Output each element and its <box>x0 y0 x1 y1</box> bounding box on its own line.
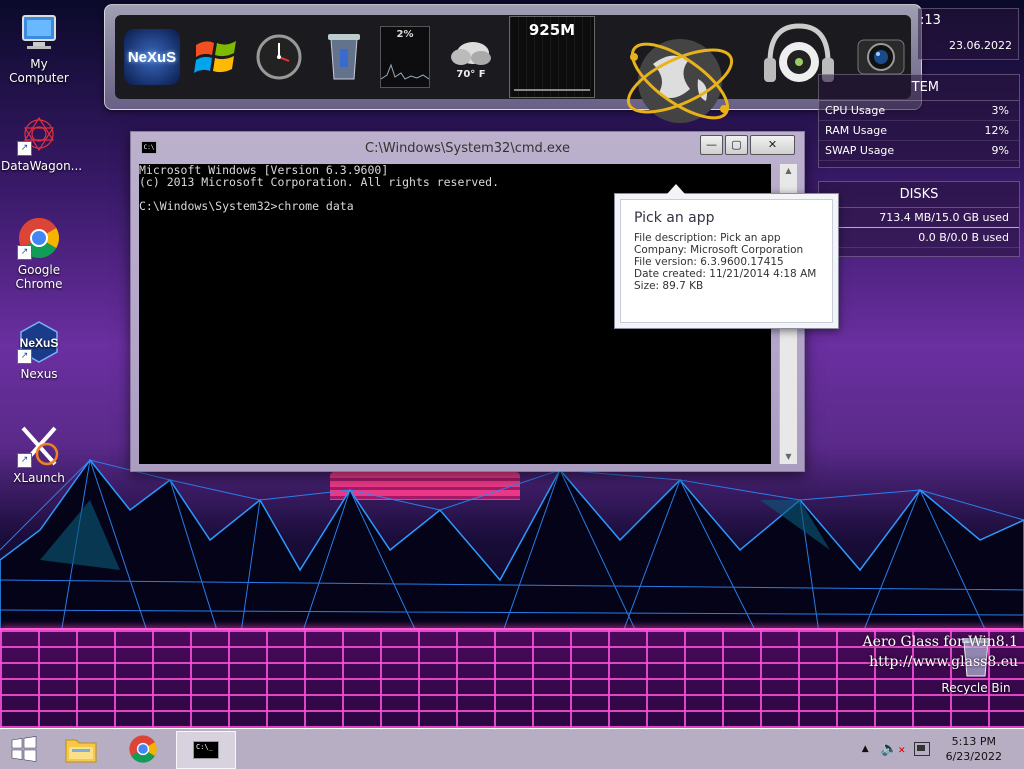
taskbar-cmd-active[interactable]: C:\_ <box>176 731 236 769</box>
dock-nexus-logo[interactable]: NeXuS <box>121 21 183 93</box>
system-row-value: 3% <box>991 104 1009 117</box>
system-row-label: RAM Usage <box>825 124 887 137</box>
dock-recycle-bin[interactable] <box>319 21 369 93</box>
maximize-icon: ▢ <box>731 138 742 151</box>
desktop-icon-label: Recycle Bin <box>941 681 1011 695</box>
nexus-icon: NeXuS ↗ <box>17 320 61 364</box>
system-tray: ▲ 🔈✕ 5:13 PM 6/23/2022 <box>862 729 1024 769</box>
disks-gadget-header: DISKS <box>819 182 1019 208</box>
tooltip-description: File description: Pick an app <box>634 232 781 244</box>
desktop-icon-nexus[interactable]: NeXuS ↗ Nexus <box>1 320 77 381</box>
desktop-icon-my-computer[interactable]: My Computer <box>1 10 77 85</box>
taskbar-time: 5:13 PM <box>951 735 996 748</box>
xlaunch-icon: ↗ <box>17 424 61 468</box>
disk-usage: 713.4 MB/15.0 GB used <box>879 211 1009 224</box>
tooltip-caret <box>667 184 685 194</box>
taskbar-clock[interactable]: 5:13 PM 6/23/2022 <box>946 734 1002 764</box>
desktop-icon-label: Google Chrome <box>15 263 63 291</box>
desktop-icon-google-chrome[interactable]: ↗ Google Chrome <box>1 216 77 291</box>
watermark-line2: http://www.glass8.eu <box>869 654 1018 670</box>
shortcut-arrow-icon: ↗ <box>17 349 32 364</box>
chrome-icon: ↗ <box>17 216 61 260</box>
clock-partial: :13 <box>920 13 941 28</box>
tooltip-created: Date created: 11/21/2014 4:18 AM <box>634 268 817 280</box>
disks-gadget: DISKS 713.4 MB/15.0 GB used 0.0 B/0.0 B … <box>818 181 1020 257</box>
watermark-line1: Aero Glass for Win8.1 <box>862 634 1018 650</box>
shortcut-arrow-icon: ↗ <box>17 453 32 468</box>
dock-weather[interactable]: 70° F <box>443 21 499 93</box>
cmd-icon: C:\_ <box>193 741 219 759</box>
dock-bar: NeXuS 2% 70° F 925M <box>104 4 922 123</box>
clock-icon <box>256 34 302 80</box>
shortcut-arrow-icon: ↗ <box>17 141 32 156</box>
desktop-icon-label: XLaunch <box>13 471 65 485</box>
windows-start-icon <box>11 736 37 762</box>
aero-glass-watermark: Aero Glass for Win8.1 http://www.glass8.… <box>863 632 1018 672</box>
desktop-icon-xlaunch[interactable]: ↗ XLaunch <box>1 424 77 485</box>
volume-muted-icon[interactable]: 🔈✕ <box>881 741 906 757</box>
desktop-icon-label: Nexus <box>20 367 58 381</box>
taskbar: C:\_ ▲ 🔈✕ 5:13 PM 6/23/2022 <box>0 728 1024 769</box>
system-gadget: TEM CPU Usage 3% RAM Usage 12% SWAP Usag… <box>818 74 1020 168</box>
taskbar-file-explorer[interactable] <box>54 731 108 767</box>
dock-windows-start[interactable] <box>187 21 245 93</box>
svg-text:NeXuS: NeXuS <box>20 336 59 350</box>
disk-row-1: 713.4 MB/15.0 GB used <box>819 208 1019 228</box>
minimize-button[interactable]: — <box>700 135 723 155</box>
folder-icon <box>65 739 97 763</box>
memory-value: 925M <box>528 21 576 39</box>
system-row-label: CPU Usage <box>825 104 886 117</box>
system-row-value: 12% <box>984 124 1009 137</box>
system-row-swap: SWAP Usage 9% <box>819 141 1019 161</box>
taskbar-chrome[interactable] <box>116 731 170 767</box>
start-button[interactable] <box>0 731 48 767</box>
tooltip-size: Size: 89.7 KB <box>634 280 704 292</box>
tooltip-title: Pick an app <box>634 210 715 226</box>
system-row-cpu: CPU Usage 3% <box>819 101 1019 121</box>
trash-icon <box>328 34 360 80</box>
close-button[interactable]: ✕ <box>750 135 795 155</box>
system-gadget-header: TEM <box>819 75 1019 101</box>
disk-row-2: 0.0 B/0.0 B used <box>819 228 1019 248</box>
tooltip-version: File version: 6.3.9600.17415 <box>634 256 784 268</box>
datawagon-icon: ↗ <box>17 112 61 156</box>
desktop-icon-label: DataWagon... <box>1 159 83 173</box>
dock-cpu-meter[interactable]: 2% <box>377 21 433 93</box>
cpu-percent: 2% <box>396 29 414 40</box>
system-row-label: SWAP Usage <box>825 144 895 157</box>
weather-temp: 70° F <box>456 68 486 80</box>
dock-memory-meter[interactable]: 925M <box>507 16 597 98</box>
tooltip-company: Company: Microsoft Corporation <box>634 244 804 256</box>
disk-usage: 0.0 B/0.0 B used <box>918 231 1009 244</box>
dock-network-globe[interactable] <box>615 17 745 145</box>
scroll-up-icon[interactable]: ▲ <box>780 164 797 178</box>
desktop-icon-datawagon[interactable]: ↗ DataWagon... <box>1 112 82 173</box>
desktop-icon-label: My Computer <box>9 57 69 85</box>
computer-icon <box>17 10 61 54</box>
maximize-button[interactable]: ▢ <box>725 135 748 155</box>
close-icon: ✕ <box>767 138 778 151</box>
clock-date-gadget: :13 23.06.2022 <box>918 8 1019 60</box>
minimize-icon: — <box>706 138 717 151</box>
cloud-icon <box>451 41 491 65</box>
system-row-ram: RAM Usage 12% <box>819 121 1019 141</box>
globe-icon <box>626 39 734 123</box>
app-tooltip: Pick an app File description: Pick an ap… <box>614 184 839 329</box>
system-row-value: 9% <box>991 144 1009 157</box>
chrome-icon <box>129 735 157 763</box>
cmd-title-bar[interactable]: C:\ C:\Windows\System32\cmd.exe — ▢ ✕ <box>131 132 804 164</box>
cpu-graph-icon <box>381 63 429 80</box>
scroll-down-icon[interactable]: ▼ <box>780 450 797 464</box>
windows-logo-icon <box>194 41 236 73</box>
show-hidden-icons-icon[interactable]: ▲ <box>862 744 869 754</box>
gadget-date: 23.06.2022 <box>949 39 1012 52</box>
dock-clock[interactable] <box>251 21 307 93</box>
nexus-logo-icon: NeXuS <box>124 29 180 85</box>
shortcut-arrow-icon: ↗ <box>17 245 32 260</box>
taskbar-date: 6/23/2022 <box>945 750 1002 763</box>
network-icon[interactable] <box>913 742 930 756</box>
